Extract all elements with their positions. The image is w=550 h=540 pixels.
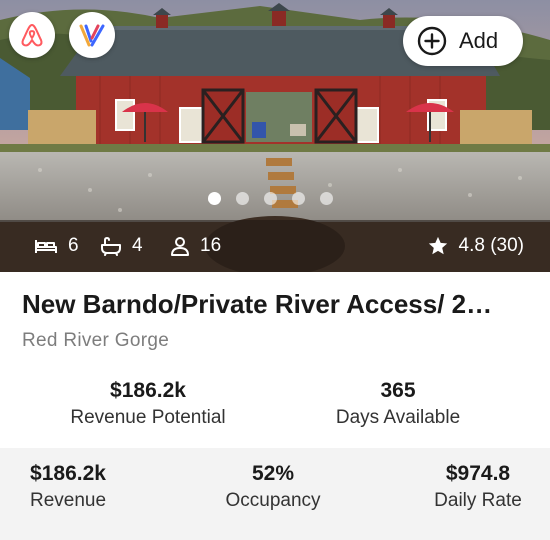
bathrooms-count: 4	[132, 235, 143, 256]
daily-rate-metric: $974.8 Daily Rate	[408, 462, 548, 512]
add-button-label: Add	[459, 28, 499, 53]
performance-footer: $186.2k Revenue 52% Occupancy $974.8 Dai…	[0, 448, 550, 540]
vrbo-badge[interactable]	[69, 12, 115, 58]
occupancy-value: 52%	[251, 462, 295, 485]
rating-value: 4.8 (30)	[458, 235, 524, 256]
days-available-label: Days Available	[335, 407, 461, 428]
add-button[interactable]: Add	[403, 16, 523, 66]
occupancy-label: Occupancy	[225, 490, 321, 511]
bed-icon	[35, 240, 57, 253]
revenue-potential-label: Revenue Potential	[70, 407, 226, 428]
days-available-metric: 365 Days Available	[298, 379, 498, 429]
guests-count: 16	[200, 235, 222, 256]
daily-rate-value: $974.8	[445, 462, 511, 485]
revenue-value: $186.2k	[30, 462, 106, 485]
daily-rate-label: Daily Rate	[434, 490, 522, 511]
rating-stat: 4.8 (30)	[427, 235, 524, 257]
bedrooms-stat: 6	[34, 235, 79, 257]
bathtub-icon	[101, 237, 121, 256]
carousel-dot[interactable]	[264, 192, 277, 205]
vrbo-logo-icon	[79, 24, 105, 47]
airbnb-logo-icon	[21, 24, 43, 47]
listing-photo[interactable]: Add 6 4 16 4.8 (30)	[0, 0, 550, 272]
revenue-metric: $186.2k Revenue	[0, 462, 138, 512]
bedrooms-count: 6	[68, 235, 79, 256]
days-available-value: 365	[380, 379, 416, 402]
star-icon	[428, 236, 447, 255]
bathrooms-stat: 4	[100, 235, 143, 257]
occupancy-metric: 52% Occupancy	[205, 462, 341, 512]
carousel-dot[interactable]	[236, 192, 249, 205]
guests-stat: 16	[170, 235, 221, 257]
carousel-dot[interactable]	[292, 192, 305, 205]
carousel-indicator[interactable]	[0, 192, 550, 205]
airbnb-badge[interactable]	[9, 12, 55, 58]
carousel-dot[interactable]	[208, 192, 221, 205]
revenue-potential-value: $186.2k	[110, 379, 186, 402]
property-stats: 6 4 16 4.8 (30)	[0, 220, 550, 272]
plus-circle-icon	[417, 26, 447, 56]
person-icon	[171, 237, 189, 256]
carousel-dot[interactable]	[320, 192, 333, 205]
listing-title[interactable]: New Barndo/Private River Access/ 2…	[22, 289, 532, 320]
revenue-label: Revenue	[29, 490, 107, 511]
listing-location: Red River Gorge	[22, 330, 170, 351]
revenue-potential-metric: $186.2k Revenue Potential	[48, 379, 248, 429]
